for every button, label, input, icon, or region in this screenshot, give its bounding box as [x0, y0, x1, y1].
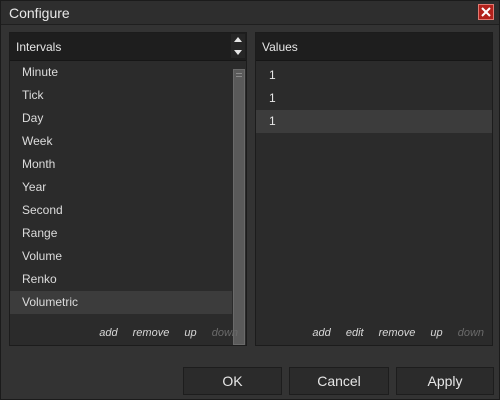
- list-item[interactable]: Day: [10, 107, 232, 130]
- intervals-panel: Intervals Minute Tick Day Week Month Yea…: [9, 32, 247, 346]
- close-button[interactable]: [478, 4, 494, 20]
- triangle-down-icon: [234, 50, 242, 55]
- edit-value-link[interactable]: edit: [346, 327, 364, 339]
- intervals-header: Intervals: [10, 33, 246, 61]
- remove-value-link[interactable]: remove: [379, 327, 416, 339]
- intervals-scrollbar[interactable]: [233, 69, 245, 345]
- intervals-spinner: [231, 34, 245, 58]
- grip-line: [236, 73, 242, 74]
- scroll-thumb[interactable]: [233, 69, 245, 345]
- list-item[interactable]: Month: [10, 153, 232, 176]
- remove-interval-link[interactable]: remove: [133, 327, 170, 339]
- values-header-label: Values: [262, 40, 298, 54]
- list-item[interactable]: Renko: [10, 268, 232, 291]
- add-value-link[interactable]: add: [312, 327, 330, 339]
- list-item[interactable]: Range: [10, 222, 232, 245]
- intervals-header-label: Intervals: [16, 40, 62, 54]
- move-up-value-link[interactable]: up: [430, 327, 442, 339]
- intervals-list[interactable]: Minute Tick Day Week Month Year Second R…: [10, 61, 232, 314]
- title-bar[interactable]: Configure: [1, 1, 499, 25]
- values-header: Values: [256, 33, 492, 61]
- move-down-value-link: down: [457, 327, 484, 339]
- values-list[interactable]: 1 1 1: [256, 64, 492, 133]
- spin-up-button[interactable]: [231, 34, 245, 46]
- list-item-selected[interactable]: Volumetric: [10, 291, 232, 314]
- spin-down-button[interactable]: [231, 46, 245, 58]
- list-item[interactable]: Minute: [10, 61, 232, 84]
- ok-button[interactable]: OK: [183, 367, 282, 395]
- value-item[interactable]: 1: [256, 87, 492, 110]
- values-actions: add edit remove up down: [300, 327, 484, 339]
- configure-dialog: Configure Intervals Minute Tick Day Week…: [0, 0, 500, 400]
- add-interval-link[interactable]: add: [99, 327, 117, 339]
- close-x-icon: [481, 7, 491, 17]
- move-up-interval-link[interactable]: up: [184, 327, 196, 339]
- move-down-interval-link: down: [211, 327, 238, 339]
- intervals-actions: add remove up down: [87, 327, 238, 339]
- values-panel: Values 1 1 1 add edit remove up down: [255, 32, 493, 346]
- list-item[interactable]: Tick: [10, 84, 232, 107]
- list-item[interactable]: Year: [10, 176, 232, 199]
- cancel-button[interactable]: Cancel: [289, 367, 389, 395]
- list-item[interactable]: Second: [10, 199, 232, 222]
- triangle-up-icon: [234, 37, 242, 42]
- list-item[interactable]: Week: [10, 130, 232, 153]
- apply-button[interactable]: Apply: [396, 367, 494, 395]
- value-item[interactable]: 1: [256, 64, 492, 87]
- grip-line: [236, 76, 242, 77]
- window-title: Configure: [9, 5, 70, 21]
- value-item-selected[interactable]: 1: [256, 110, 492, 133]
- list-item[interactable]: Volume: [10, 245, 232, 268]
